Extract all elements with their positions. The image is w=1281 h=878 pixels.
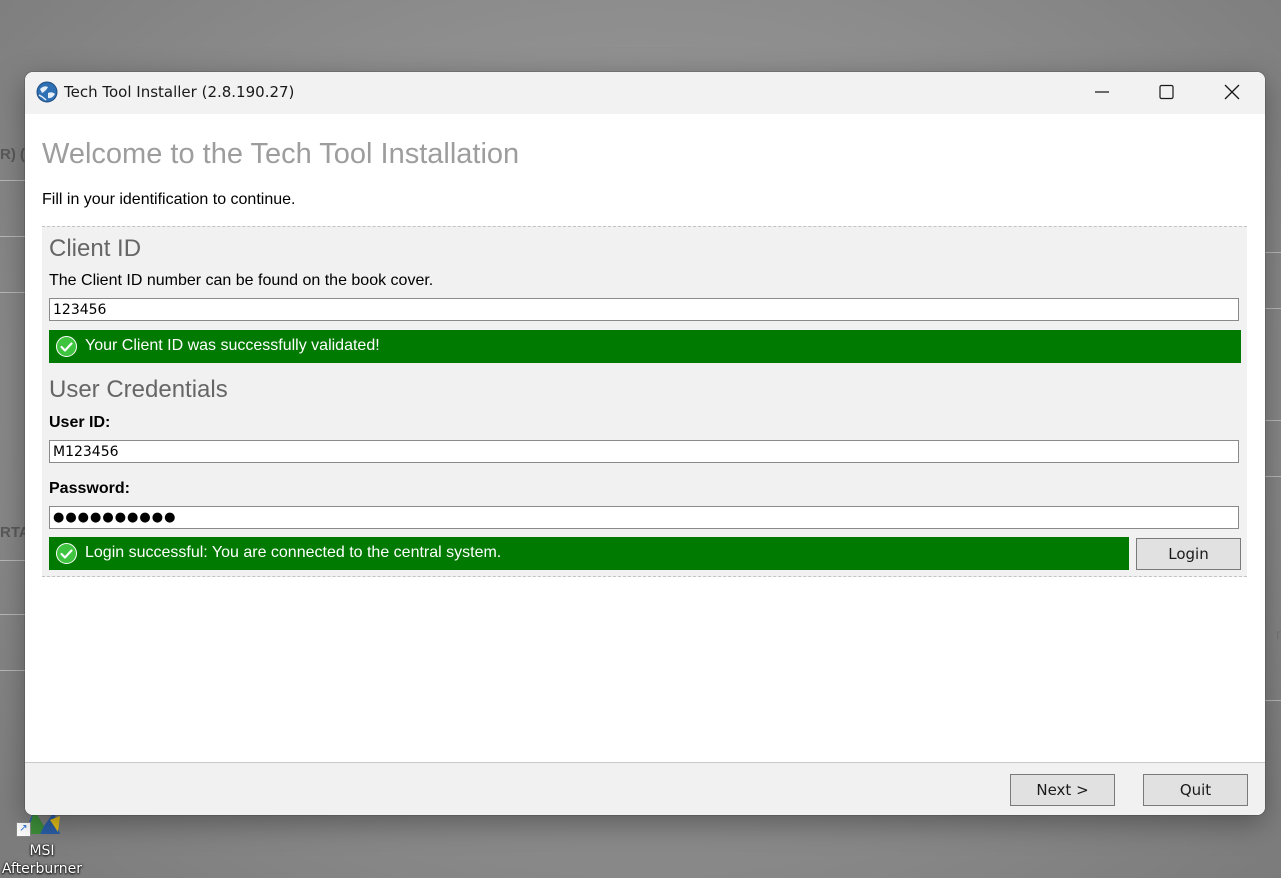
desktop-background-text: R) ( (0, 146, 25, 163)
user-id-label: User ID: (49, 414, 111, 431)
minimize-icon (1095, 91, 1109, 93)
desktop-background-text: r (1276, 626, 1281, 643)
client-id-input[interactable] (49, 298, 1239, 321)
client-id-section-title: Client ID (49, 235, 142, 262)
desktop-background-line (1263, 476, 1281, 477)
login-button[interactable]: Login (1136, 538, 1241, 570)
shortcut-arrow-icon: ↗ (16, 822, 31, 837)
maximize-icon (1159, 84, 1174, 100)
desktop-background-line (0, 292, 26, 293)
client-id-status-text: Your Client ID was successfully validate… (85, 337, 380, 354)
page-title: Welcome to the Tech Tool Installation (42, 138, 520, 170)
identification-panel: Client ID The Client ID number can be fo… (42, 226, 1247, 577)
window-title: Tech Tool Installer (2.8.190.27) (64, 83, 295, 101)
close-icon (1224, 84, 1240, 100)
page-subtitle: Fill in your identification to continue. (42, 191, 296, 208)
client-id-status: Your Client ID was successfully validate… (49, 330, 1241, 363)
title-bar[interactable]: Tech Tool Installer (2.8.190.27) (25, 72, 1265, 114)
check-circle-icon (56, 543, 77, 564)
quit-button[interactable]: Quit (1143, 774, 1248, 806)
desktop-icon-label: MSI Afterburner (1, 843, 83, 877)
maximize-button[interactable] (1134, 72, 1198, 112)
footer-bar: Next > Quit (25, 763, 1265, 815)
password-input[interactable] (49, 506, 1239, 529)
desktop-background-line (0, 180, 26, 181)
desktop-background-line (1263, 308, 1281, 309)
password-label: Password: (49, 480, 130, 497)
login-status-text: Login successful: You are connected to t… (85, 544, 502, 561)
user-credentials-section-title: User Credentials (49, 376, 228, 403)
client-id-hint: The Client ID number can be found on the… (49, 272, 434, 289)
globe-icon (36, 81, 58, 103)
minimize-button[interactable] (1070, 72, 1134, 112)
desktop-background-line (0, 236, 26, 237)
next-button[interactable]: Next > (1010, 774, 1115, 806)
desktop-background-line (0, 560, 26, 561)
desktop-background-line (1263, 700, 1281, 701)
login-status: Login successful: You are connected to t… (49, 537, 1129, 570)
desktop-background-line (1263, 252, 1281, 253)
installer-window: Tech Tool Installer (2.8.190.27) Welcome… (25, 72, 1265, 815)
close-button[interactable] (1200, 72, 1264, 112)
window-content: Welcome to the Tech Tool Installation Fi… (25, 114, 1265, 815)
desktop-background-line (0, 670, 26, 671)
check-circle-icon (56, 336, 77, 357)
user-id-input[interactable] (49, 440, 1239, 463)
desktop-background-line (1263, 420, 1281, 421)
desktop-background-line (0, 614, 26, 615)
